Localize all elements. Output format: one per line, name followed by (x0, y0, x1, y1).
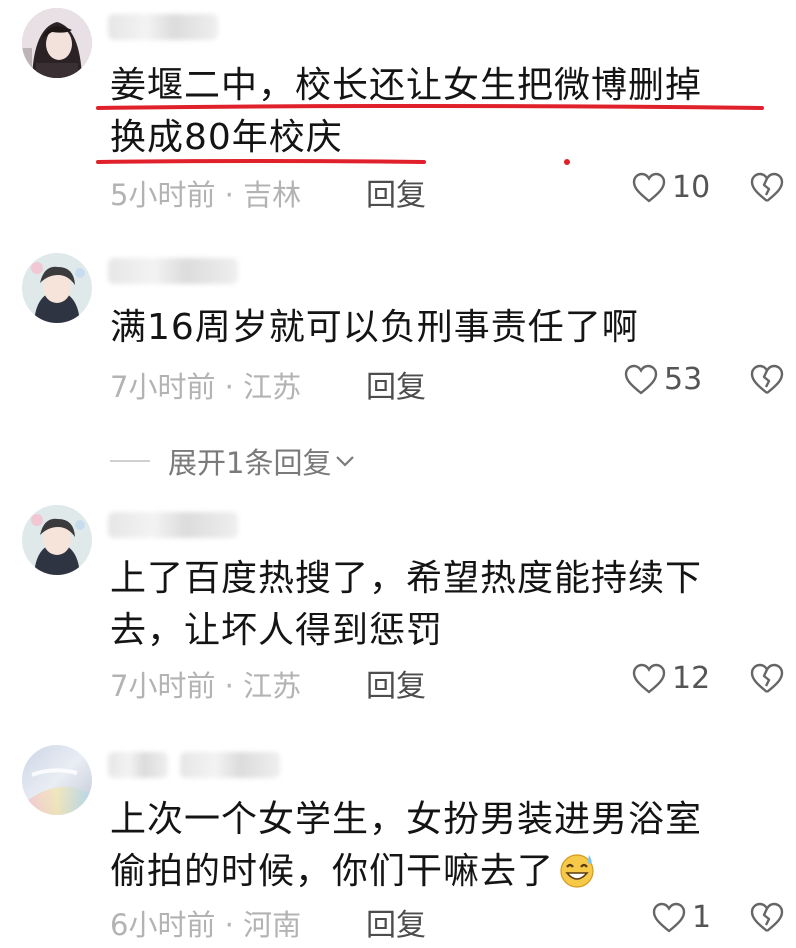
expand-replies-label: 展开1条回复 (168, 446, 332, 480)
username (108, 512, 238, 538)
avatar[interactable] (22, 745, 92, 815)
like-count: 10 (672, 170, 711, 205)
avatar[interactable] (22, 253, 92, 323)
like-button[interactable]: 53 (624, 362, 702, 397)
time-location: 7小时前 · 江苏 (110, 669, 302, 703)
like-count: 12 (672, 661, 711, 696)
broken-heart-icon (750, 902, 784, 932)
chevron-down-icon (336, 456, 355, 467)
reply-button[interactable]: 回复 (366, 362, 426, 406)
username (108, 752, 168, 778)
broken-heart-icon (750, 663, 784, 693)
reply-button[interactable]: 回复 (366, 170, 426, 214)
comment-text-segment: 偷拍的时候，你们干嘛去了 (110, 851, 555, 892)
dislike-button[interactable] (750, 902, 784, 934)
comment-text-line: 满16周岁就可以负刑事责任了啊 (110, 307, 639, 348)
like-button[interactable]: 1 (652, 900, 711, 935)
broken-heart-icon (750, 172, 784, 202)
comment-text-line: 上了百度热搜了，希望热度能持续下 (110, 558, 703, 599)
comment-text-line: 偷拍的时候，你们干嘛去了 (110, 846, 766, 904)
comment-text: 上了百度热搜了，希望热度能持续下 去，让坏人得到惩罚 (110, 553, 766, 657)
comment-text-line: 上次一个女学生，女扮男装进男浴室 (110, 799, 703, 840)
dislike-button[interactable] (750, 172, 784, 204)
heart-outline-icon (632, 663, 666, 694)
username (108, 258, 238, 284)
broken-heart-icon (750, 364, 784, 394)
like-button[interactable]: 12 (632, 661, 710, 696)
like-count: 53 (664, 362, 703, 397)
dislike-button[interactable] (750, 663, 784, 695)
avatar[interactable] (22, 505, 92, 575)
heart-outline-icon (624, 364, 658, 395)
like-count: 1 (692, 900, 712, 935)
expand-replies-button[interactable]: 展开1条回复 (110, 440, 355, 482)
annotation-underline (96, 104, 764, 165)
time-location: 5小时前 · 吉林 (110, 178, 302, 212)
divider (110, 460, 150, 462)
comment-text: 上次一个女学生，女扮男装进男浴室 偷拍的时候，你们干嘛去了 (110, 794, 766, 904)
heart-outline-icon (632, 172, 666, 203)
time-location: 6小时前 · 河南 (110, 908, 302, 942)
username-suffix (180, 752, 280, 778)
dislike-button[interactable] (750, 364, 784, 396)
like-button[interactable]: 10 (632, 170, 710, 205)
grinning-sweat-emoji (558, 851, 596, 904)
reply-button[interactable]: 回复 (366, 661, 426, 705)
heart-outline-icon (652, 902, 686, 933)
comment-text: 满16周岁就可以负刑事责任了啊 (110, 302, 766, 354)
time-location: 7小时前 · 江苏 (110, 370, 302, 404)
comment-text-line: 去，让坏人得到惩罚 (110, 610, 444, 651)
reply-button[interactable]: 回复 (366, 900, 426, 944)
